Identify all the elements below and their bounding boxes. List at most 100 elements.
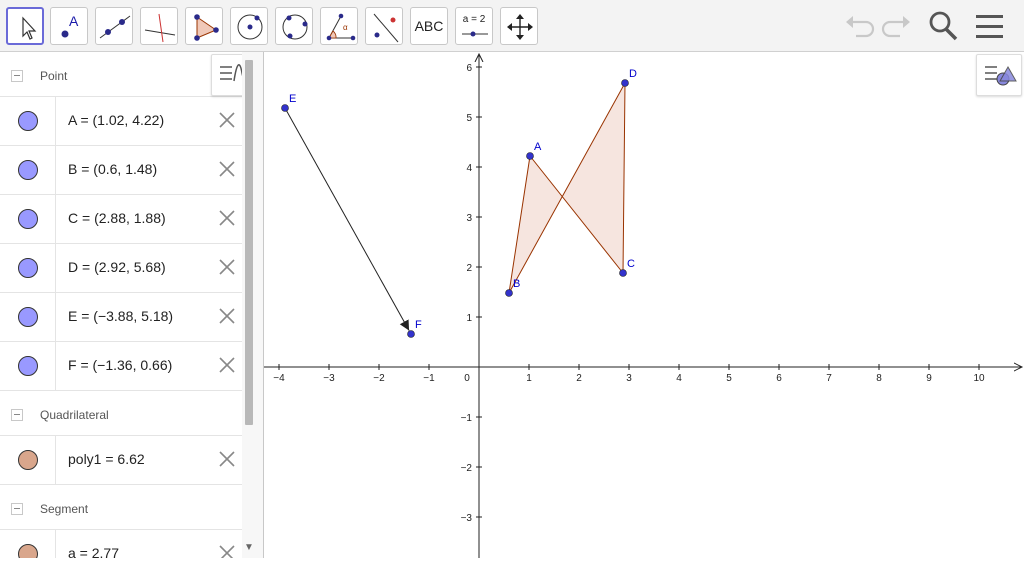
visibility-dot-icon[interactable] [18, 544, 38, 558]
x-tick-label: 0 [464, 373, 470, 384]
visibility-toggle[interactable] [0, 195, 56, 243]
visibility-toggle[interactable] [0, 97, 56, 145]
angle-icon: α [326, 13, 356, 41]
collapse-category-icon[interactable] [11, 70, 23, 82]
algebra-item-definition[interactable]: F = (−1.36, 0.66) [68, 357, 172, 373]
perpendicular-line-tool[interactable] [140, 7, 178, 45]
visibility-toggle[interactable] [0, 293, 56, 341]
move-graphics-view-tool[interactable] [500, 7, 538, 45]
circle-three-points-tool[interactable] [275, 7, 313, 45]
scrollbar-thumb[interactable] [245, 60, 253, 425]
point-b[interactable] [505, 289, 513, 297]
point-a[interactable] [526, 152, 534, 160]
point-label-f: F [415, 319, 422, 331]
y-tick-label: 6 [466, 63, 472, 74]
x-tick-label: 2 [576, 373, 582, 384]
main-menu-button[interactable] [972, 8, 1008, 44]
algebra-view: Point A = (1.02, 4.22) B = (0.6, 1.48) C = … [0, 52, 242, 558]
visibility-toggle[interactable] [0, 342, 56, 390]
y-tick-label: 2 [466, 263, 472, 274]
y-tick-label: 3 [466, 213, 472, 224]
redo-button[interactable] [878, 8, 914, 44]
x-tick-label: 10 [973, 373, 985, 384]
x-tick-label: 1 [526, 373, 532, 384]
visibility-toggle[interactable] [0, 146, 56, 194]
delete-item-icon[interactable] [217, 543, 237, 558]
reflect-icon [373, 13, 399, 43]
graphics-canvas[interactable]: −4 −3 −2 −1 0 1 2 3 4 5 6 7 8 9 10 −3 −2 −1 1 2 3 4 5 6 A B C D E F [264, 52, 1024, 558]
point-tool-label: A [69, 13, 79, 29]
algebra-item-definition[interactable]: E = (−3.88, 5.18) [68, 308, 173, 324]
delete-item-icon[interactable] [217, 306, 237, 326]
visibility-dot-icon[interactable] [18, 307, 38, 327]
visibility-dot-icon[interactable] [18, 356, 38, 376]
collapse-category-icon[interactable] [11, 409, 23, 421]
algebra-item[interactable]: F = (−1.36, 0.66) [0, 342, 242, 391]
delete-item-icon[interactable] [217, 208, 237, 228]
point-label-c: C [627, 258, 635, 270]
point-label-d: D [629, 68, 637, 80]
graphics-view[interactable]: −4 −3 −2 −1 0 1 2 3 4 5 6 7 8 9 10 −3 −2 −1 1 2 3 4 5 6 A B C D E F [264, 52, 1024, 558]
y-tick-label: −1 [461, 413, 473, 424]
delete-item-icon[interactable] [217, 159, 237, 179]
search-button[interactable] [925, 8, 961, 44]
move-tool[interactable] [6, 7, 44, 45]
polygon-icon [194, 14, 219, 41]
angle-tool[interactable]: α [320, 7, 358, 45]
y-tick-label: 4 [466, 163, 472, 174]
algebra-item[interactable]: A = (1.02, 4.22) [0, 97, 242, 146]
polygon-tool[interactable] [185, 7, 223, 45]
undo-button[interactable] [842, 8, 878, 44]
text-tool[interactable]: ABC [410, 7, 448, 45]
y-tick-label: 1 [466, 313, 472, 324]
point-f[interactable] [407, 330, 415, 338]
scroll-down-arrow-icon[interactable]: ▼ [244, 542, 254, 553]
algebra-item[interactable]: a = 2.77 [0, 530, 242, 558]
reflect-tool[interactable] [365, 7, 403, 45]
slider-tool[interactable]: a = 2 [455, 7, 493, 45]
delete-item-icon[interactable] [217, 449, 237, 469]
point-tool[interactable]: A [50, 7, 88, 45]
algebra-scrollbar[interactable]: ▼ [242, 52, 264, 558]
algebra-item-definition[interactable]: D = (2.92, 5.68) [68, 259, 166, 275]
visibility-dot-icon[interactable] [18, 258, 38, 278]
algebra-item[interactable]: E = (−3.88, 5.18) [0, 293, 242, 342]
algebra-item-definition[interactable]: B = (0.6, 1.48) [68, 161, 157, 177]
x-tick-label: −3 [323, 373, 335, 384]
point-label-e: E [289, 93, 296, 105]
delete-item-icon[interactable] [217, 355, 237, 375]
algebra-item[interactable]: C = (2.88, 1.88) [0, 195, 242, 244]
algebra-item[interactable]: B = (0.6, 1.48) [0, 146, 242, 195]
undo-icon [846, 16, 875, 38]
point-e[interactable] [281, 104, 289, 112]
delete-item-icon[interactable] [217, 257, 237, 277]
circle-center-point-tool[interactable] [230, 7, 268, 45]
visibility-toggle[interactable] [0, 436, 56, 484]
x-tick-label: 9 [926, 373, 932, 384]
circle-three-points-icon [282, 14, 308, 40]
point-d[interactable] [621, 79, 629, 87]
collapse-category-icon[interactable] [11, 503, 23, 515]
algebra-item[interactable]: D = (2.92, 5.68) [0, 244, 242, 293]
algebra-category-quadrilateral: Quadrilateral [0, 391, 242, 436]
algebra-item-definition[interactable]: A = (1.02, 4.22) [68, 112, 164, 128]
x-tick-label: 7 [826, 373, 832, 384]
algebra-item-definition[interactable]: poly1 = 6.62 [68, 451, 145, 467]
algebra-item-definition[interactable]: C = (2.88, 1.88) [68, 210, 166, 226]
category-label: Quadrilateral [40, 408, 109, 422]
graphics-style-bar-button[interactable] [976, 54, 1022, 96]
algebra-item-definition[interactable]: a = 2.77 [68, 545, 119, 558]
visibility-toggle[interactable] [0, 530, 56, 558]
algebra-item[interactable]: poly1 = 6.62 [0, 436, 242, 485]
slider-icon [462, 31, 488, 37]
polygon-poly1 [508, 82, 626, 294]
delete-item-icon[interactable] [217, 110, 237, 130]
visibility-toggle[interactable] [0, 244, 56, 292]
point-c[interactable] [619, 269, 627, 277]
vector-e-to-f [284, 107, 410, 331]
visibility-dot-icon[interactable] [18, 209, 38, 229]
visibility-dot-icon[interactable] [18, 160, 38, 180]
line-tool[interactable] [95, 7, 133, 45]
visibility-dot-icon[interactable] [18, 111, 38, 131]
visibility-dot-icon[interactable] [18, 450, 38, 470]
